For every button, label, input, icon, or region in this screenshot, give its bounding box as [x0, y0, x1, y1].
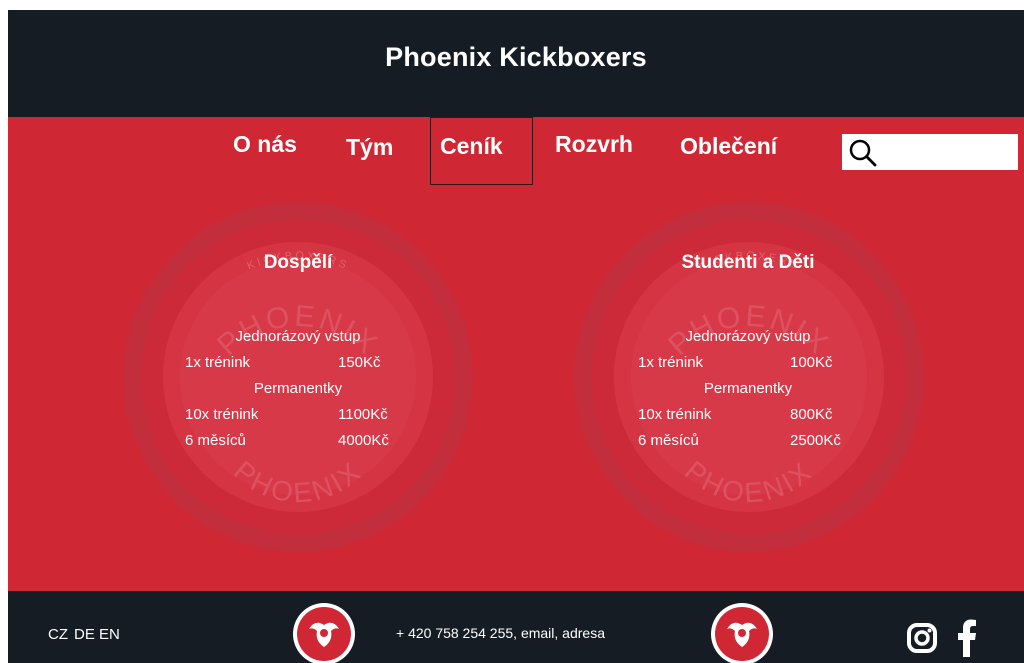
search-icon[interactable]	[848, 138, 878, 168]
price-value: 800Kč	[790, 406, 833, 423]
pricing-card-students: Studenti a Děti Jednorázový vstup 1x tré…	[628, 252, 868, 462]
lang-cz[interactable]: CZ	[48, 626, 68, 643]
nav-item-cenik[interactable]: Ceník	[440, 133, 503, 160]
contact-info: + 420 758 254 255, email, adresa	[396, 625, 605, 641]
price-label: 1x trénink	[638, 354, 704, 371]
left-border	[0, 0, 8, 663]
card-title: Studenti a Děti	[681, 252, 815, 273]
single-entry-heading: Jednorázový vstup	[685, 328, 811, 345]
price-value: 4000Kč	[338, 432, 389, 449]
site-footer: CZ DE EN + 420 758 254 255, email, adres…	[8, 591, 1024, 663]
search-box[interactable]	[842, 134, 1020, 172]
price-label: 6 měsíců	[185, 432, 246, 449]
passes-heading: Permanentky	[253, 380, 343, 397]
site-header: Phoenix Kickboxers	[8, 10, 1024, 117]
nav-item-tym[interactable]: Tým	[346, 134, 393, 161]
price-value: 2500Kč	[790, 432, 841, 449]
price-label: 1x trénink	[185, 354, 251, 371]
top-border	[0, 0, 1024, 10]
card-title: Dospělí	[263, 252, 333, 273]
price-label: 6 měsíců	[638, 432, 699, 449]
price-value: 100Kč	[790, 354, 833, 371]
price-value: 1100Kč	[338, 406, 388, 423]
nav-item-o-nas[interactable]: O nás	[233, 131, 297, 158]
phoenix-logo	[711, 603, 773, 663]
pricing-section: O nás Tým Ceník Rozvrh Oblečení KICKBOXE…	[8, 117, 1024, 591]
price-label: 10x trénink	[638, 406, 712, 423]
nav-item-obleceni[interactable]: Oblečení	[680, 133, 777, 160]
phoenix-logo	[293, 603, 355, 663]
lang-en[interactable]: EN	[99, 626, 120, 643]
facebook-icon[interactable]	[956, 619, 978, 657]
price-value: 150Kč	[338, 354, 381, 371]
site-title: Phoenix Kickboxers	[385, 42, 647, 72]
single-entry-heading: Jednorázový vstup	[235, 328, 361, 345]
instagram-icon[interactable]	[906, 622, 938, 654]
pricing-card-adults: Dospělí Jednorázový vstup 1x trénink 150…	[178, 252, 418, 462]
search-input[interactable]	[882, 134, 1020, 172]
lang-de[interactable]: DE	[74, 626, 95, 643]
nav-item-rozvrh[interactable]: Rozvrh	[555, 131, 633, 158]
price-label: 10x trénink	[185, 406, 259, 423]
passes-heading: Permanentky	[703, 380, 793, 397]
